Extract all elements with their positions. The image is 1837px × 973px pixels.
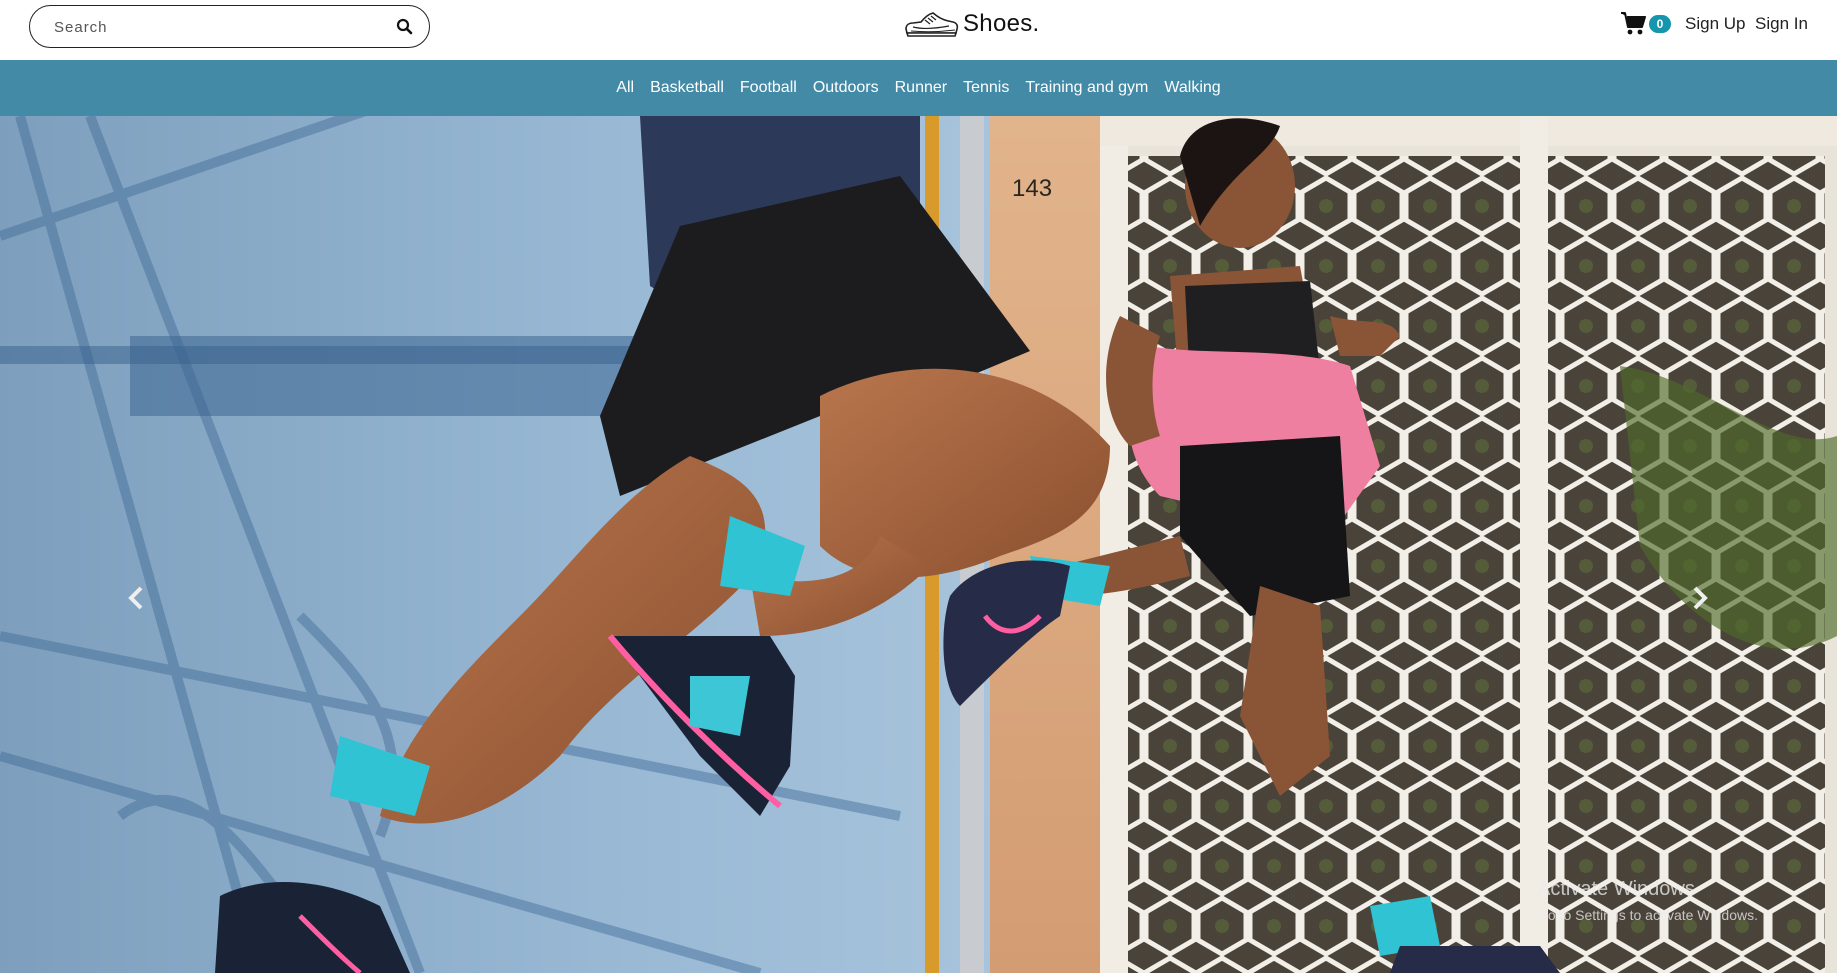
top-header: Shoes. 0 Sign Up Sign In: [0, 0, 1837, 60]
sign-up-link[interactable]: Sign Up: [1685, 14, 1745, 34]
category-football[interactable]: Football: [740, 79, 797, 97]
cart-count-badge: 0: [1649, 15, 1671, 33]
carousel-prev-button[interactable]: [116, 578, 156, 618]
category-nav: All Basketball Football Outdoors Runner …: [0, 60, 1837, 116]
category-training-and-gym[interactable]: Training and gym: [1025, 79, 1148, 97]
category-all[interactable]: All: [616, 79, 634, 97]
hero-carousel: 143 Activate Windows Go to Settings to a…: [0, 116, 1837, 973]
search-box: [29, 5, 430, 48]
category-basketball[interactable]: Basketball: [650, 79, 724, 97]
cart-button[interactable]: 0: [1620, 9, 1672, 39]
watermark-subtitle: Go to Settings to activate Windows.: [1537, 907, 1758, 923]
house-number: 143: [1012, 175, 1052, 202]
sign-in-link[interactable]: Sign In: [1755, 14, 1808, 34]
category-runner[interactable]: Runner: [895, 79, 947, 97]
category-tennis[interactable]: Tennis: [963, 79, 1009, 97]
watermark-title: Activate Windows: [1537, 878, 1695, 900]
hero-image: 143: [0, 116, 1837, 973]
brand-logo[interactable]: Shoes.: [903, 5, 1040, 43]
search-button[interactable]: [395, 17, 415, 37]
sneaker-logo-icon: [905, 12, 959, 37]
search-icon: [396, 18, 413, 35]
search-input[interactable]: [52, 14, 382, 40]
chevron-left-icon: [128, 586, 143, 610]
brand-name: Shoes.: [963, 10, 1040, 37]
carousel-next-button[interactable]: [1680, 578, 1720, 618]
cart-icon: [1621, 12, 1646, 35]
category-outdoors[interactable]: Outdoors: [813, 79, 879, 97]
category-walking[interactable]: Walking: [1164, 79, 1220, 97]
windows-activation-watermark: Activate Windows Go to Settings to activ…: [1537, 878, 1758, 923]
chevron-right-icon: [1693, 586, 1708, 610]
